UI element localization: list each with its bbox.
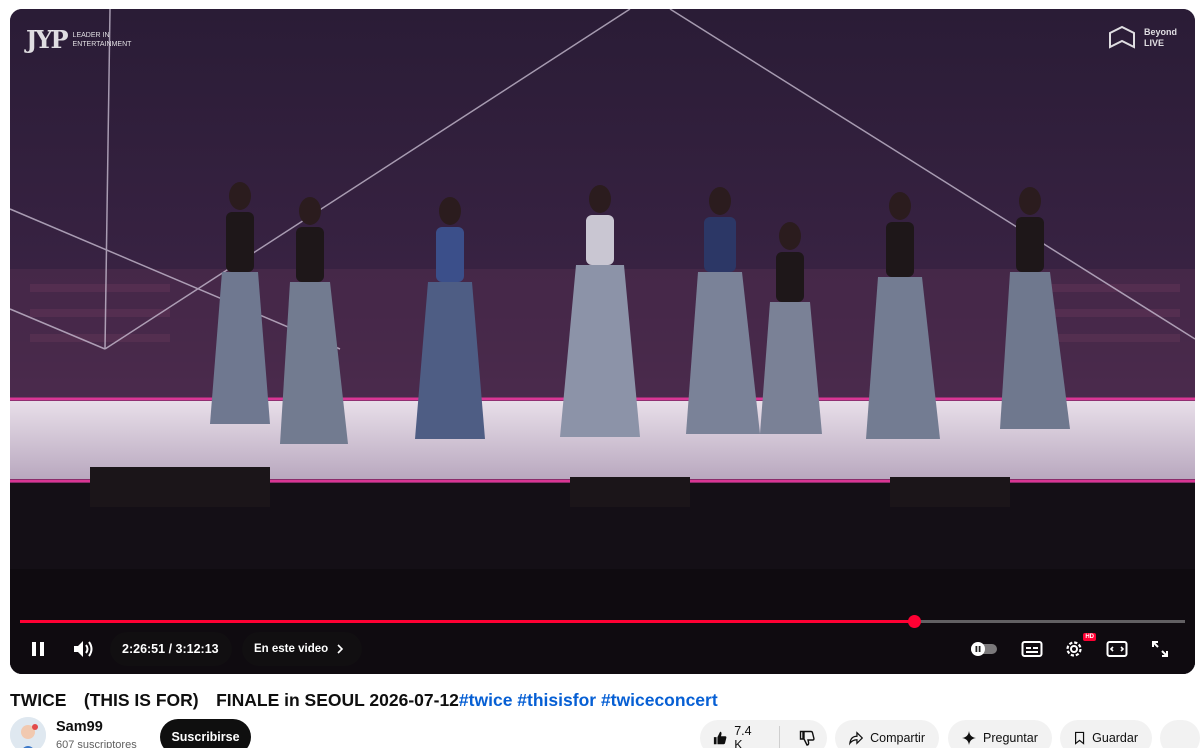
dislike-button[interactable] — [787, 720, 827, 748]
jyp-logo: JYP LEADER IN ENTERTAINMENT — [26, 25, 131, 54]
captions-icon — [1021, 641, 1043, 657]
share-label: Compartir — [870, 731, 925, 745]
progress-bar[interactable] — [20, 615, 1185, 628]
pause-button[interactable] — [20, 631, 56, 667]
time-display: 2:26:51 / 3:12:13 — [110, 632, 232, 666]
more-actions-button[interactable] — [1160, 720, 1200, 748]
ask-label: Preguntar — [983, 731, 1038, 745]
progress-played — [20, 620, 914, 623]
owner-row: Sam99 607 suscriptores Suscribirse 7.4 K… — [10, 717, 1200, 748]
progress-scrubber-handle[interactable] — [907, 615, 921, 628]
chapters-label: En este video — [254, 643, 329, 655]
chevron-right-icon — [337, 644, 344, 654]
video-player[interactable]: JYP LEADER IN ENTERTAINMENT Beyond LIVE — [10, 9, 1195, 674]
video-title-text: TWICE (THIS IS FOR) FINALE in SEOUL 2026… — [10, 690, 459, 710]
save-label: Guardar — [1092, 731, 1138, 745]
volume-icon — [74, 641, 93, 657]
volume-button[interactable] — [66, 631, 102, 667]
pause-icon — [32, 642, 44, 656]
fullscreen-icon — [1152, 641, 1168, 657]
like-dislike-group: 7.4 K — [700, 720, 827, 748]
video-frame[interactable] — [10, 9, 1195, 674]
theater-mode-button[interactable] — [1099, 631, 1135, 667]
share-button[interactable]: Compartir — [835, 720, 939, 748]
duration: 3:12:13 — [175, 642, 219, 656]
jyp-logo-line2: ENTERTAINMENT — [72, 40, 132, 48]
video-title: TWICE (THIS IS FOR) FINALE in SEOUL 2026… — [10, 687, 718, 712]
ask-button[interactable]: Preguntar — [948, 720, 1052, 748]
like-count: 7.4 K — [734, 724, 752, 748]
fullscreen-button[interactable] — [1142, 631, 1178, 667]
thumbs-down-icon — [799, 730, 815, 746]
bookmark-icon — [1074, 731, 1085, 745]
time-separator: / — [165, 642, 176, 656]
jyp-logo-subtitle: LEADER IN ENTERTAINMENT — [73, 31, 132, 49]
like-divider — [779, 726, 780, 748]
thumbs-up-icon — [713, 731, 727, 745]
settings-icon — [1066, 641, 1082, 657]
beyond-live-logo: Beyond LIVE — [1107, 25, 1177, 51]
like-button[interactable]: 7.4 K — [700, 720, 772, 748]
hashtag-link[interactable]: #thisisfor — [517, 690, 596, 710]
save-button[interactable]: Guardar — [1060, 720, 1152, 748]
jyp-logo-line1: LEADER IN — [72, 31, 110, 39]
share-icon — [849, 731, 864, 746]
jyp-logo-mark: JYP — [26, 25, 69, 54]
current-time: 2:26:51 — [122, 642, 166, 656]
beyond-live-text: Beyond LIVE — [1144, 27, 1177, 49]
theater-mode-icon — [1106, 641, 1128, 657]
hashtag-link[interactable]: #twice — [459, 690, 513, 710]
autoplay-toggle-icon — [971, 642, 997, 656]
channel-avatar[interactable] — [10, 717, 46, 748]
beyond-live-icon — [1108, 25, 1135, 49]
settings-button[interactable]: HD — [1056, 631, 1096, 667]
hashtag-link[interactable]: #twiceconcert — [601, 690, 718, 710]
hd-badge: HD — [1083, 633, 1096, 641]
player-controls: 2:26:51 / 3:12:13 En este video HD — [10, 629, 1195, 669]
beyond-live-line2: LIVE — [1143, 38, 1164, 48]
autoplay-toggle[interactable] — [966, 631, 1002, 667]
beyond-live-line1: Beyond — [1143, 27, 1177, 37]
subscriber-count: 607 suscriptores — [56, 739, 137, 748]
captions-button[interactable] — [1014, 631, 1050, 667]
channel-name[interactable]: Sam99 — [56, 719, 103, 735]
avatar-image — [10, 717, 46, 748]
subscribe-button[interactable]: Suscribirse — [160, 719, 251, 748]
sparkle-icon — [962, 731, 976, 745]
chapters-button[interactable]: En este video — [242, 632, 362, 666]
